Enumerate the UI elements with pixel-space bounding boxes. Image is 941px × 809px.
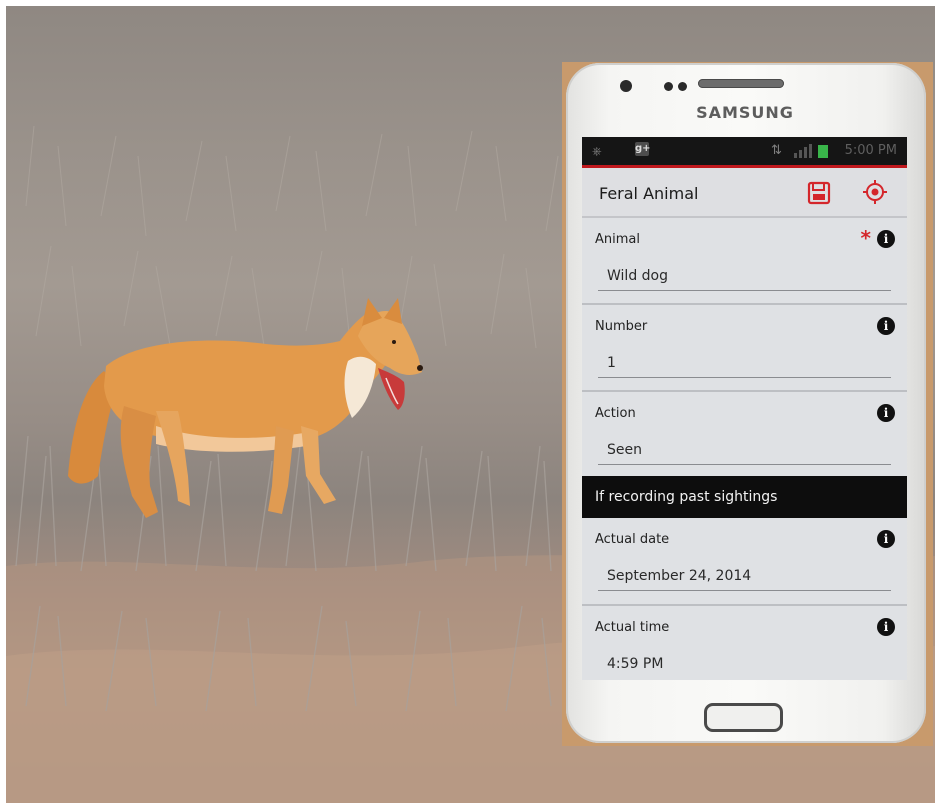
front-camera [620, 80, 632, 92]
info-icon[interactable]: i [877, 618, 895, 636]
field-actual-date: Actual date i September 24, 2014 [582, 518, 907, 606]
section-header: If recording past sightings [582, 476, 907, 518]
field-underline [598, 590, 891, 591]
home-button[interactable] [704, 703, 783, 732]
info-icon[interactable]: i [877, 530, 895, 548]
info-icon[interactable]: i [877, 404, 895, 422]
sync-icon: ⇅ [771, 143, 782, 158]
field-underline [598, 377, 891, 378]
app-title: Feral Animal [599, 184, 699, 203]
required-icon: * [860, 226, 871, 250]
number-input[interactable]: 1 [607, 355, 616, 371]
section-title: If recording past sightings [595, 489, 778, 505]
signal-icon [794, 144, 812, 158]
phone-brand: SAMSUNG [696, 103, 794, 122]
google-plus-icon: g+ [635, 142, 651, 156]
usb-icon: ⎈ [592, 144, 602, 158]
earpiece-speaker [698, 79, 784, 88]
field-action: Action i Seen [582, 392, 907, 478]
light-sensor [678, 82, 687, 91]
info-icon[interactable]: i [877, 317, 895, 335]
field-animal: Animal * i Wild dog [582, 218, 907, 305]
field-label: Actual date [595, 532, 670, 547]
status-bar: ⎈ g+ ⇅ 5:00 PM [582, 137, 907, 168]
save-icon[interactable] [807, 181, 831, 205]
field-number: Number i 1 [582, 305, 907, 392]
field-label: Animal [595, 232, 640, 247]
time-picker[interactable]: 4:59 PM [607, 656, 663, 672]
date-picker[interactable]: September 24, 2014 [607, 568, 751, 584]
battery-icon [818, 145, 828, 158]
status-time: 5:00 PM [844, 143, 897, 158]
field-label: Actual time [595, 620, 670, 635]
field-label: Action [595, 406, 636, 421]
location-target-icon[interactable] [863, 180, 887, 204]
field-underline [598, 464, 891, 465]
field-label: Number [595, 319, 648, 334]
info-icon[interactable]: i [877, 230, 895, 248]
phone-screen: ⎈ g+ ⇅ 5:00 PM Feral Animal Animal * i W… [582, 137, 907, 680]
proximity-sensor [664, 82, 673, 91]
app-bar: Feral Animal [582, 168, 907, 218]
field-underline [598, 290, 891, 291]
field-actual-time: Actual time i 4:59 PM [582, 606, 907, 680]
animal-select[interactable]: Wild dog [607, 268, 668, 284]
action-select[interactable]: Seen [607, 442, 642, 458]
